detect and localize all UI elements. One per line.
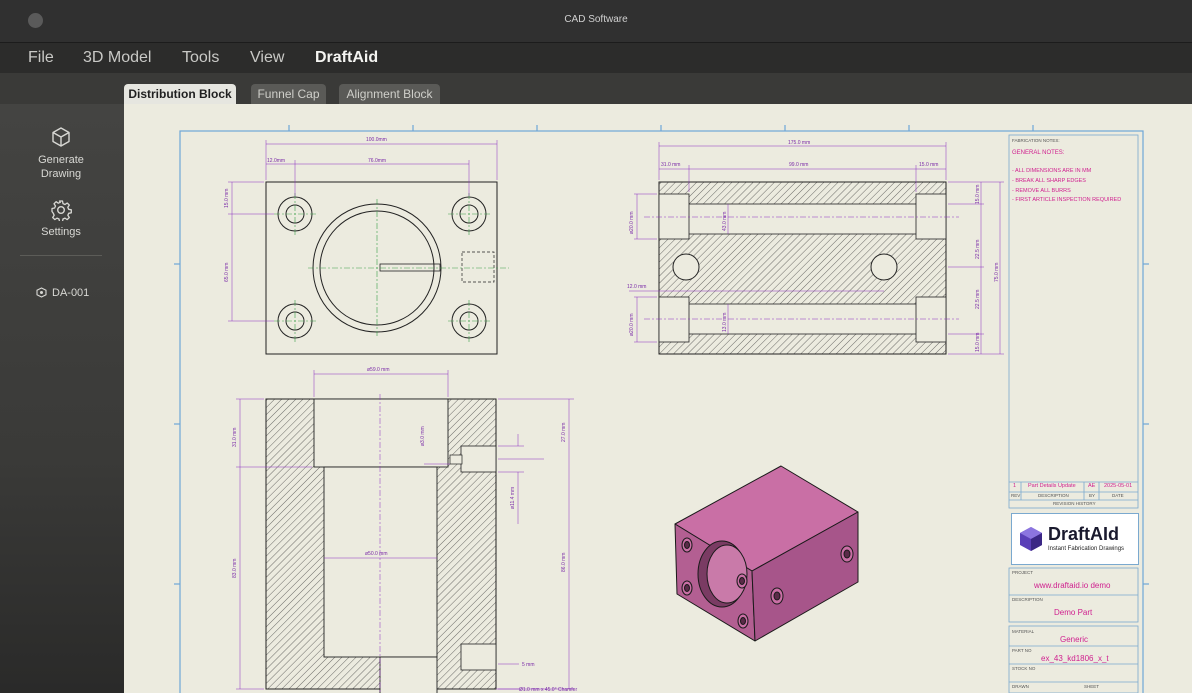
dim-sec-small1: ø3.0 mm [420,426,426,446]
note-1: - ALL DIMENSIONS ARE IN MM [1012,168,1092,174]
rev-col-date: DATE [1112,493,1124,498]
dim-side-v-left1: ø20.0 mm [629,211,635,234]
material-value: Generic [1060,635,1089,644]
note-3: - REMOVE ALL BURRS [1012,188,1071,194]
tab-distribution-block[interactable]: Distribution Block [124,84,236,104]
document-tab-strip: Distribution Block Funnel Cap Alignment … [0,73,1192,104]
logo-cube-icon [1020,527,1042,551]
drawn-label: DRAWN [1012,684,1029,689]
rev-col-desc: DESCRIPTION [1038,493,1069,498]
description-value: Demo Part [1054,608,1093,617]
dim-sec-right1: 27.0 mm [561,423,567,442]
tab-funnel-cap[interactable]: Funnel Cap [251,84,326,104]
dim-side-mid: 99.0 mm [789,162,808,168]
drawing-canvas[interactable]: 100.0mm 12.0mm 76.0mm 15.0 mm 65.0 mm 17… [124,104,1192,693]
dim-top-mid: 76.0mm [368,158,386,164]
rev-footer: REVISION HISTORY [1053,501,1096,506]
dim-top-left-v2: 65.0 mm [224,263,230,282]
note-4: - FIRST ARTICLE INSPECTION REQUIRED [1012,197,1122,203]
sidebar-document-item[interactable]: DA-001 [36,287,89,299]
sheet-label: SHEET [1084,684,1100,689]
notes-title: GENERAL NOTES: [1012,150,1065,156]
dim-top-left-v1: 15.0 mm [224,189,230,208]
dim-side-v-in1: 43.0 mm [722,212,728,231]
isometric-view [674,465,859,642]
settings-label: Settings [41,226,81,238]
dim-sec-top: ø59.0 mm [367,367,390,373]
stock-no-label: STOCK NO [1012,666,1036,671]
sidebar: Generate Drawing Settings DA-001 [0,104,124,693]
dim-side-v-left2: ø20.0 mm [629,313,635,336]
dim-side-r2: 22.5 mm [975,240,981,259]
gear-icon [51,200,72,221]
menu-bar: File 3D Model Tools View DraftAid [0,43,1192,73]
dim-side-v-in2: 13.0 mm [722,313,728,332]
dim-side-left: 31.0 mm [661,162,680,168]
tab-alignment-block[interactable]: Alignment Block [339,84,440,104]
side-section-view: 175.0 mm 31.0 mm 99.0 mm 15.0 mm ø20.0 m… [627,140,1004,355]
dim-sec-left1: 31.0 mm [232,428,238,447]
front-section-view: ø59.0 mm ø50.0 mm 31.0 mm 83.0 mm 27.0 m… [232,367,577,693]
part-no-label: PART NO [1012,648,1032,653]
part-no-value: ex_43_kd1806_x_t [1041,654,1109,663]
sidebar-divider [20,255,102,256]
dim-sec-left2: 83.0 mm [232,559,238,578]
dim-side-r-total: 75.0 mm [994,263,1000,282]
window-title: CAD Software [564,14,628,25]
dim-side-r3: 22.5 mm [975,290,981,309]
document-label: DA-001 [52,287,90,299]
menu-3d-model[interactable]: 3D Model [83,49,151,67]
dim-side-r4: 15.0 mm [975,333,981,352]
rev-number: 1 [1013,483,1017,489]
dim-side-right: 15.0 mm [919,162,938,168]
window-title-bar: CAD Software [0,0,1192,43]
dim-sec-small2: ø11.4 mm [510,487,516,509]
settings-button[interactable]: Settings [10,199,112,238]
dim-chamfer: Ø1.0 mm x 45.0° Chamfer [519,687,577,693]
menu-file[interactable]: File [28,49,54,67]
menu-draftaid[interactable]: DraftAid [315,49,378,67]
dim-top-left: 12.0mm [267,158,285,164]
menu-view[interactable]: View [250,49,284,67]
dim-side-h-left: 12.0 mm [627,284,646,290]
project-label: PROJECT [1012,570,1034,575]
project-value: www.draftaid.io demo [1034,581,1111,590]
cube-icon [52,127,70,147]
logo-name: DraftAId [1048,524,1119,544]
generate-drawing-button[interactable]: Generate Drawing [10,126,112,181]
menu-tools[interactable]: Tools [182,49,219,67]
note-2: - BREAK ALL SHARP EDGES [1012,178,1086,184]
dim-side-r1: 15.0 mm [975,185,981,204]
rev-date: 2025-05-01 [1104,483,1133,489]
dim-sec-bottom: 5 mm [522,662,535,668]
rev-description: Part Details Update [1028,483,1076,489]
top-view: 100.0mm 12.0mm 76.0mm 15.0 mm 65.0 mm [224,137,509,355]
dim-sec-bore: ø50.0 mm [365,551,388,557]
generate-drawing-label: Generate Drawing [38,154,84,180]
dim-top-overall: 100.0mm [366,137,387,143]
dim-side-overall: 175.0 mm [788,140,810,146]
notes-header: FABRICATION NOTES: [1012,138,1060,143]
material-label: MATERIAL [1012,629,1035,634]
rev-col-rev: REV [1011,493,1021,498]
description-label: DESCRIPTION [1012,597,1043,602]
part-icon [36,287,47,298]
draftaid-logo: DraftAId Instant Fabrication Drawings [1011,513,1139,565]
dim-sec-right2: 86.0 mm [561,553,567,572]
logo-tagline: Instant Fabrication Drawings [1048,546,1125,552]
rev-col-by: BY [1089,493,1096,498]
rev-by: AE [1088,483,1096,489]
